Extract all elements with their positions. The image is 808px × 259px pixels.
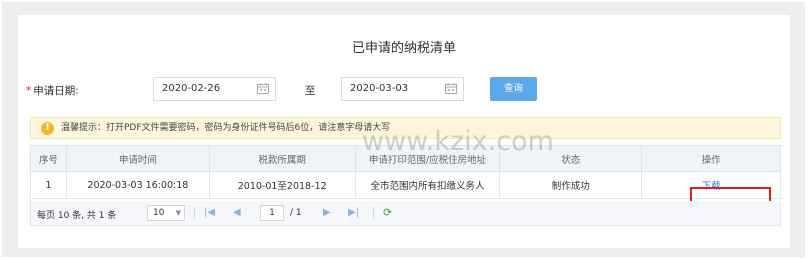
page-size-value: 10 xyxy=(153,208,165,218)
total-pages: / 1 xyxy=(290,208,302,218)
apply-date-label: * 申请日期: xyxy=(26,83,79,98)
refresh-icon[interactable]: ⟳ xyxy=(383,206,392,219)
header-status: 状态 xyxy=(499,145,643,172)
pagination-bar: 每页 10 条, 共 1 条 10 ▼ |◀ ◀ 1 / 1 ▶ ▶| ⟳ xyxy=(30,201,781,226)
apply-date-label-text: 申请日期: xyxy=(33,85,79,97)
chevron-down-icon: ▼ xyxy=(175,209,181,217)
cell-index: 1 xyxy=(30,171,67,199)
cell-status: 制作成功 xyxy=(499,171,643,199)
cell-apply-time: 2020-03-03 16:00:18 xyxy=(65,171,210,199)
header-tax-period: 税款所属期 xyxy=(208,145,356,172)
table-header-row: 序号 申请时间 税款所属期 申请打印范围/应税住房地址 状态 操作 xyxy=(30,145,781,172)
page-background: 已申请的纳税清单 * 申请日期: 2020-02-26 至 2020-03-03 … xyxy=(2,2,805,257)
header-index: 序号 xyxy=(30,145,67,172)
notice-bar: 温馨提示：打开PDF文件需要密码，密码为身份证件号码后6位，请注意字母请大写 xyxy=(30,117,781,139)
main-panel: 已申请的纳税清单 * 申请日期: 2020-02-26 至 2020-03-03 … xyxy=(18,15,790,248)
tax-list-table: 序号 申请时间 税款所属期 申请打印范围/应税住房地址 状态 操作 1 2020… xyxy=(30,145,781,199)
calendar-icon[interactable] xyxy=(445,83,457,94)
start-date-value: 2020-02-26 xyxy=(162,83,221,94)
start-date-input[interactable]: 2020-02-26 xyxy=(153,77,276,101)
cell-tax-period: 2010-01至2018-12 xyxy=(208,171,356,199)
first-page-icon[interactable]: |◀ xyxy=(204,207,215,218)
divider xyxy=(194,207,195,219)
notice-text: 温馨提示：打开PDF文件需要密码，密码为身份证件号码后6位，请注意字母请大写 xyxy=(61,123,391,133)
header-apply-time: 申请时间 xyxy=(65,145,210,172)
header-scope: 申请打印范围/应税住房地址 xyxy=(354,145,501,172)
warning-icon xyxy=(41,118,54,138)
next-page-icon[interactable]: ▶ xyxy=(323,207,331,218)
required-mark: * xyxy=(26,85,32,97)
last-page-icon[interactable]: ▶| xyxy=(348,207,359,218)
header-action: 操作 xyxy=(641,145,781,172)
cell-scope: 全市范围内所有扣缴义务人 xyxy=(354,171,501,199)
end-date-value: 2020-03-03 xyxy=(350,83,409,94)
end-date-input[interactable]: 2020-03-03 xyxy=(341,77,464,101)
query-button[interactable]: 查询 xyxy=(490,77,537,101)
table-row: 1 2020-03-03 16:00:18 2010-01至2018-12 全市… xyxy=(30,171,781,199)
date-range-separator: 至 xyxy=(305,85,316,97)
divider xyxy=(373,207,374,219)
calendar-icon[interactable] xyxy=(257,83,269,94)
prev-page-icon[interactable]: ◀ xyxy=(233,207,241,218)
page-title: 已申请的纳税清单 xyxy=(351,41,456,56)
page-number-input[interactable]: 1 xyxy=(260,205,284,221)
page-size-select[interactable]: 10 ▼ xyxy=(147,205,185,221)
pager-summary: 每页 10 条, 共 1 条 xyxy=(37,211,117,221)
